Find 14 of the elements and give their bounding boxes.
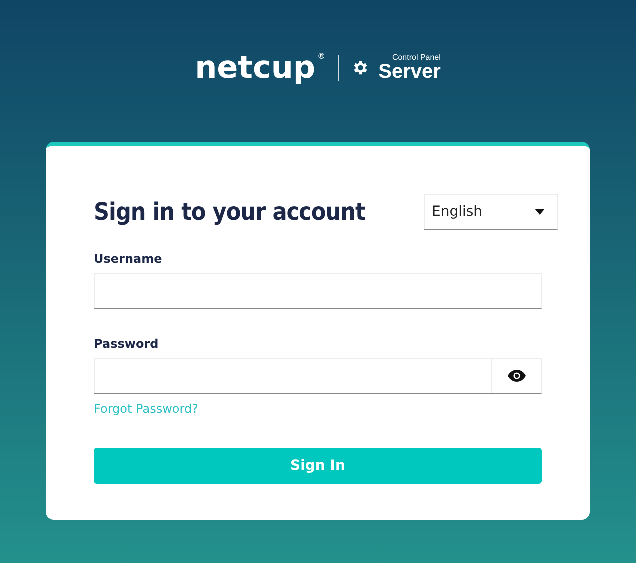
brand-logo: netcup (195, 52, 316, 84)
registered-mark: ® (318, 52, 326, 61)
field-label: Password (94, 337, 160, 351)
eye-icon (508, 370, 526, 382)
caret-icon (535, 209, 545, 215)
product-name: Server (378, 62, 441, 82)
password-field[interactable] (94, 358, 542, 394)
language-select[interactable]: English (424, 194, 558, 230)
logo-subtitle: Control Panel (392, 54, 441, 62)
forgot-password-link[interactable]: Forgot Password? (94, 402, 198, 416)
input-field[interactable] (94, 273, 542, 309)
sign-in-button[interactable]: Sign In (94, 448, 542, 484)
form-title: Sign in to your account (94, 198, 366, 226)
field-label: Username (94, 252, 164, 266)
